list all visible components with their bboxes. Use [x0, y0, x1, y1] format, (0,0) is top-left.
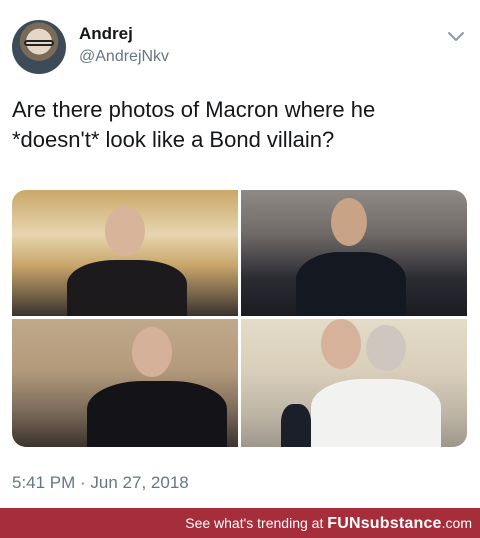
tweet-timestamp[interactable]: 5:41 PM · Jun 27, 2018	[12, 473, 189, 493]
avatar[interactable]	[12, 20, 66, 74]
tweet-author: Andrej @AndrejNkv	[79, 24, 169, 68]
photo-1[interactable]	[12, 190, 238, 316]
banner-suffix: .com	[441, 515, 472, 531]
chevron-down-icon[interactable]	[446, 26, 466, 46]
photo-4-face	[321, 319, 361, 369]
author-handle[interactable]: @AndrejNkv	[79, 46, 169, 68]
photo-4[interactable]	[241, 319, 467, 447]
avatar-glasses	[24, 40, 54, 46]
tweet-media-grid	[12, 190, 467, 447]
photo-2[interactable]	[241, 190, 467, 316]
photo-3-face	[132, 327, 172, 377]
photo-1-figure	[67, 260, 187, 316]
photo-2-face	[331, 198, 367, 246]
photo-1-face	[105, 206, 145, 256]
author-display-name[interactable]: Andrej	[79, 24, 169, 44]
photo-2-figure	[296, 252, 406, 316]
photo-3[interactable]	[12, 319, 238, 447]
banner-prefix: See what's trending at	[185, 515, 328, 531]
photo-4-head-gray	[366, 325, 406, 371]
banner-brand: FUNsubstance	[327, 515, 442, 532]
funsubstance-banner[interactable]: See what's trending at FUNsubstance.com	[0, 508, 480, 538]
tweet-text: Are there photos of Macron where he *doe…	[12, 97, 376, 152]
photo-4-figure-white	[311, 379, 441, 447]
banner-text: See what's trending at FUNsubstance.com	[185, 515, 472, 533]
photo-4-dark-suit	[281, 404, 311, 447]
photo-3-figure	[87, 381, 227, 447]
tweet-card: Andrej @AndrejNkv Are there photos of Ma…	[0, 0, 480, 508]
